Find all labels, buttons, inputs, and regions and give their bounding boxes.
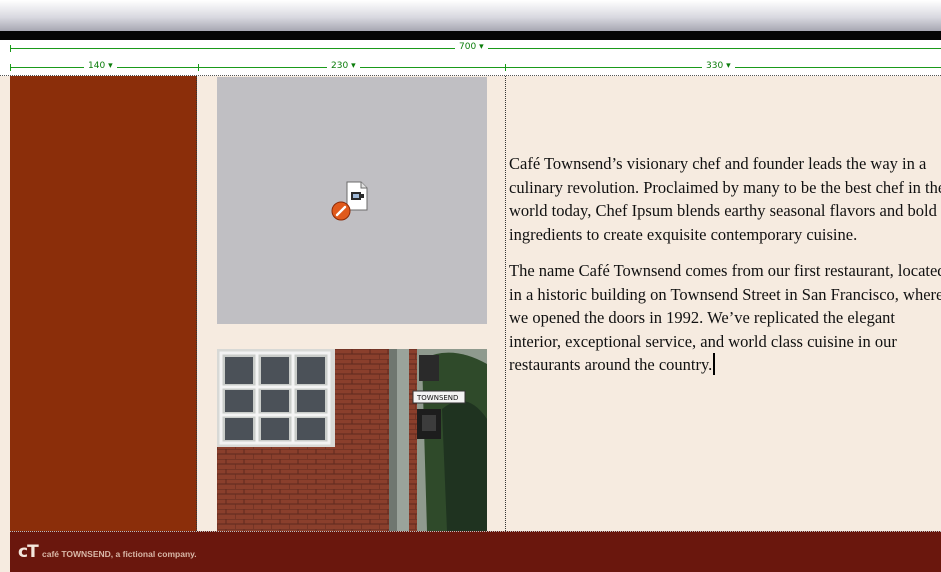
table-width-ruler-label[interactable]: 700 ▾ <box>455 42 488 53</box>
window-toolbar <box>0 0 941 31</box>
intro-paragraph[interactable]: Café Townsend’s visionary chef and found… <box>509 152 941 246</box>
column-3-width-value: 330 <box>706 61 724 71</box>
footer-tagline: café TOWNSEND, a fictional company. <box>42 549 197 559</box>
chevron-down-icon: ▾ <box>351 61 356 71</box>
street-sign-text: TOWNSEND <box>416 394 458 402</box>
history-paragraph[interactable]: The name Café Townsend comes from our fi… <box>509 259 941 377</box>
text-cursor <box>713 353 716 375</box>
content-column[interactable]: Café Townsend’s visionary chef and found… <box>505 76 941 531</box>
cafe-townsend-logo: cT <box>18 542 39 562</box>
column-2-width-value: 230 <box>331 61 349 71</box>
table-width-value: 700 <box>459 42 477 52</box>
toolbar-divider <box>0 31 941 40</box>
broken-plugin-icon <box>331 201 351 221</box>
page-footer: cT café TOWNSEND, a fictional company. <box>10 531 941 572</box>
history-paragraph-text: The name Café Townsend comes from our fi… <box>509 261 941 374</box>
column-3-width-label[interactable]: 330 ▾ <box>702 61 735 72</box>
column-2-width-label[interactable]: 230 ▾ <box>327 61 360 72</box>
content-text[interactable]: Café Townsend’s visionary chef and found… <box>509 152 941 390</box>
table-width-rulers: 700 ▾ 140 ▾ 230 ▾ 330 ▾ <box>0 40 941 76</box>
column-1-width-label[interactable]: 140 ▾ <box>84 61 117 72</box>
flash-placeholder[interactable] <box>217 77 487 324</box>
sidebar-column[interactable] <box>10 76 197 531</box>
chevron-down-icon: ▾ <box>108 61 113 71</box>
chevron-down-icon: ▾ <box>726 61 731 71</box>
townsend-street-photo: TOWNSEND <box>217 349 487 531</box>
chevron-down-icon: ▾ <box>479 42 484 52</box>
column-1-width-value: 140 <box>88 61 106 71</box>
